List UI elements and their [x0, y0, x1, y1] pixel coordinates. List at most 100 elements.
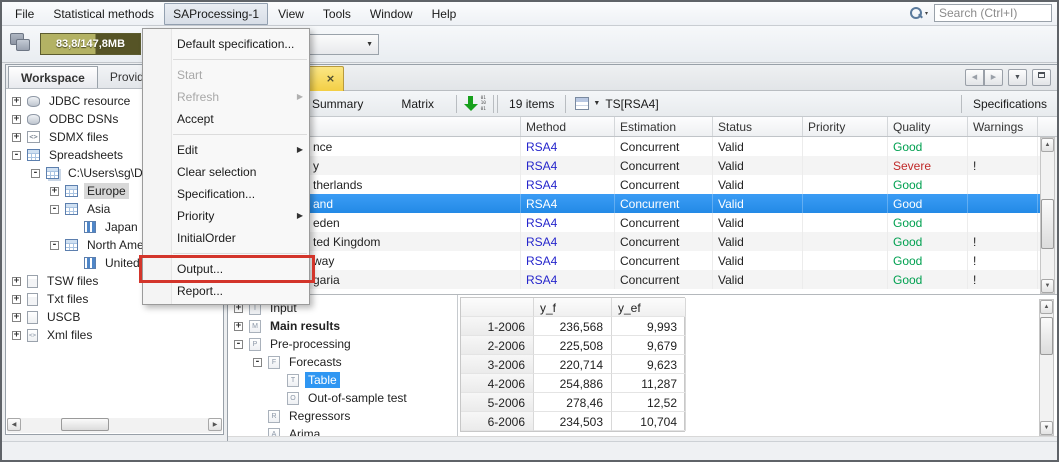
cell-status: Valid	[713, 232, 803, 251]
scroll-down-icon[interactable]: ▼	[1040, 421, 1053, 435]
tree-item-forecasts[interactable]: - F Forecasts	[228, 353, 457, 371]
search-input[interactable]	[934, 4, 1052, 22]
menubar-item-help[interactable]: Help	[423, 3, 466, 25]
collapse-icon[interactable]: -	[50, 204, 59, 214]
forecast-column-header-y-ef[interactable]: y_ef	[612, 298, 686, 317]
search-options-arrow-icon[interactable]: ▾	[925, 10, 928, 17]
scroll-up-icon[interactable]: ▲	[1040, 300, 1053, 314]
table-row[interactable]: garia RSA4 Concurrent Valid Good!	[228, 270, 1040, 289]
grid-column-header-method[interactable]: Method	[521, 117, 615, 136]
menu-item-specification[interactable]: Specification...	[143, 183, 309, 205]
scroll-up-icon[interactable]: ▲	[1041, 138, 1054, 152]
ts-dropdown-icon[interactable]: ▼	[593, 100, 600, 107]
scroll-right-icon[interactable]: ▶	[208, 418, 222, 431]
value-cell: 9,993	[612, 317, 686, 336]
tab-workspace[interactable]: Workspace	[8, 66, 98, 88]
grid-toolbar: Summary Matrix 01 10 01 19 items ▼ TS[RSA4…	[228, 91, 1057, 117]
specifications-button[interactable]: Specifications	[965, 94, 1057, 114]
menu-item-refresh[interactable]: Refresh ▶	[143, 86, 309, 108]
tree-item-out-of-sample-test[interactable]: O Out-of-sample test	[228, 389, 457, 407]
menubar-item-window[interactable]: Window	[361, 3, 422, 25]
menu-item-default-specification[interactable]: Default specification...	[143, 33, 309, 55]
forecast-header-row: y_f y_ef	[461, 298, 686, 317]
results-grid: nce RSA4 Concurrent Valid Good y RSA4 Concurren…	[228, 137, 1040, 294]
expand-icon[interactable]: +	[12, 276, 21, 286]
tab-list-dropdown-icon[interactable]: ▼	[1008, 69, 1027, 86]
menu-item-output[interactable]: Output...	[139, 255, 315, 283]
collapse-icon[interactable]: -	[31, 168, 40, 178]
menubar-item-statistical-methods[interactable]: Statistical methods	[44, 3, 163, 25]
table-row[interactable]: nce RSA4 Concurrent Valid Good	[228, 137, 1040, 156]
menu-item-edit[interactable]: Edit ▶	[143, 139, 309, 161]
expand-icon[interactable]: +	[50, 186, 59, 196]
navigate-back-icon[interactable]: ◀	[965, 69, 984, 86]
sort-data-icon[interactable]: 01 10 01	[464, 95, 486, 113]
doc-plain-icon	[27, 310, 38, 324]
expand-icon[interactable]: +	[12, 312, 21, 322]
cell-estimation: Concurrent	[615, 251, 713, 270]
collapse-icon[interactable]: -	[12, 150, 21, 160]
expand-icon[interactable]: +	[12, 330, 21, 340]
table-row[interactable]: y RSA4 Concurrent Valid Severe!	[228, 156, 1040, 175]
tree-item-uscb[interactable]: + USCB	[6, 308, 223, 326]
scrollbar-thumb[interactable]	[1040, 317, 1053, 355]
cell-quality: Severe	[888, 156, 968, 175]
grid-column-header-status[interactable]: Status	[713, 117, 803, 136]
collapse-icon[interactable]: -	[50, 240, 59, 250]
menubar-item-saprocessing-1[interactable]: SAProcessing-1	[164, 2, 269, 25]
expand-icon[interactable]: +	[12, 132, 21, 142]
tree-item-arima[interactable]: A Arima	[228, 425, 457, 436]
expand-icon[interactable]: +	[12, 294, 21, 304]
scrollbar-thumb[interactable]	[61, 418, 109, 431]
grid-column-header-priority[interactable]: Priority	[803, 117, 888, 136]
matrix-button[interactable]: Matrix	[393, 94, 442, 114]
collapse-icon[interactable]: -	[234, 339, 243, 349]
tree-item-xml-files[interactable]: +Xml files	[6, 326, 223, 344]
tree-item-pre-processing[interactable]: - P Pre-processing	[228, 335, 457, 353]
grid-column-header-estimation[interactable]: Estimation	[615, 117, 713, 136]
tree-item-table[interactable]: T Table	[228, 371, 457, 389]
workspace-horizontal-scrollbar[interactable]: ◀ ▶	[7, 418, 222, 433]
menubar-item-file[interactable]: File	[6, 3, 43, 25]
close-icon[interactable]: ×	[324, 72, 337, 86]
forecast-column-header-period[interactable]	[461, 298, 534, 317]
collapse-icon[interactable]: -	[253, 357, 262, 367]
grid-vertical-scrollbar[interactable]: ▲ ▼	[1040, 137, 1055, 294]
ts-selector[interactable]: TS[RSA4]	[603, 94, 666, 114]
grid-column-header-warnings[interactable]: Warnings	[968, 117, 1038, 136]
maximize-icon[interactable]	[1032, 69, 1051, 86]
scroll-down-icon[interactable]: ▼	[1041, 279, 1054, 293]
menubar-item-tools[interactable]: Tools	[314, 3, 360, 25]
forecast-column-header-y-f[interactable]: y_f	[534, 298, 612, 317]
menubar-item-view[interactable]: View	[269, 3, 313, 25]
memory-gauge[interactable]: 83,8/147,8MB	[40, 33, 141, 55]
menu-item-initialorder[interactable]: InitialOrder	[143, 227, 309, 249]
table-row[interactable]: ted Kingdom RSA4 Concurrent Valid Good!	[228, 232, 1040, 251]
cell-estimation: Concurrent	[615, 232, 713, 251]
menu-item-clear-selection[interactable]: Clear selection	[143, 161, 309, 183]
summary-button[interactable]: Summary	[304, 94, 371, 114]
expand-icon[interactable]: +	[234, 321, 243, 331]
scroll-left-icon[interactable]: ◀	[7, 418, 21, 431]
tree-item-main-results[interactable]: + M Main results	[228, 317, 457, 335]
node-icon-arima: A	[268, 427, 280, 436]
tree-item-regressors[interactable]: R Regressors	[228, 407, 457, 425]
table-row[interactable]: and RSA4 Concurrent Valid Good	[228, 194, 1040, 213]
search-icon[interactable]	[909, 6, 923, 20]
save-all-icon[interactable]	[10, 33, 32, 53]
scrollbar-thumb[interactable]	[1041, 199, 1054, 249]
table-row[interactable]: way RSA4 Concurrent Valid Good!	[228, 251, 1040, 270]
forecast-vertical-scrollbar[interactable]: ▲ ▼	[1039, 299, 1054, 436]
table-row[interactable]: therlands RSA4 Concurrent Valid Good	[228, 175, 1040, 194]
expand-icon[interactable]: +	[12, 114, 21, 124]
table-row[interactable]: eden RSA4 Concurrent Valid Good	[228, 213, 1040, 232]
time-series-icon[interactable]	[575, 97, 590, 110]
menu-item-report[interactable]: Report...	[143, 280, 309, 302]
navigate-forward-icon[interactable]: ▶	[984, 69, 1003, 86]
grid-column-header-quality[interactable]: Quality	[888, 117, 968, 136]
submenu-arrow-icon: ▶	[296, 145, 303, 154]
menu-item-priority[interactable]: Priority ▶	[143, 205, 309, 227]
menu-item-accept[interactable]: Accept	[143, 108, 309, 130]
expand-icon[interactable]: +	[12, 96, 21, 106]
menu-item-start[interactable]: Start	[143, 64, 309, 86]
